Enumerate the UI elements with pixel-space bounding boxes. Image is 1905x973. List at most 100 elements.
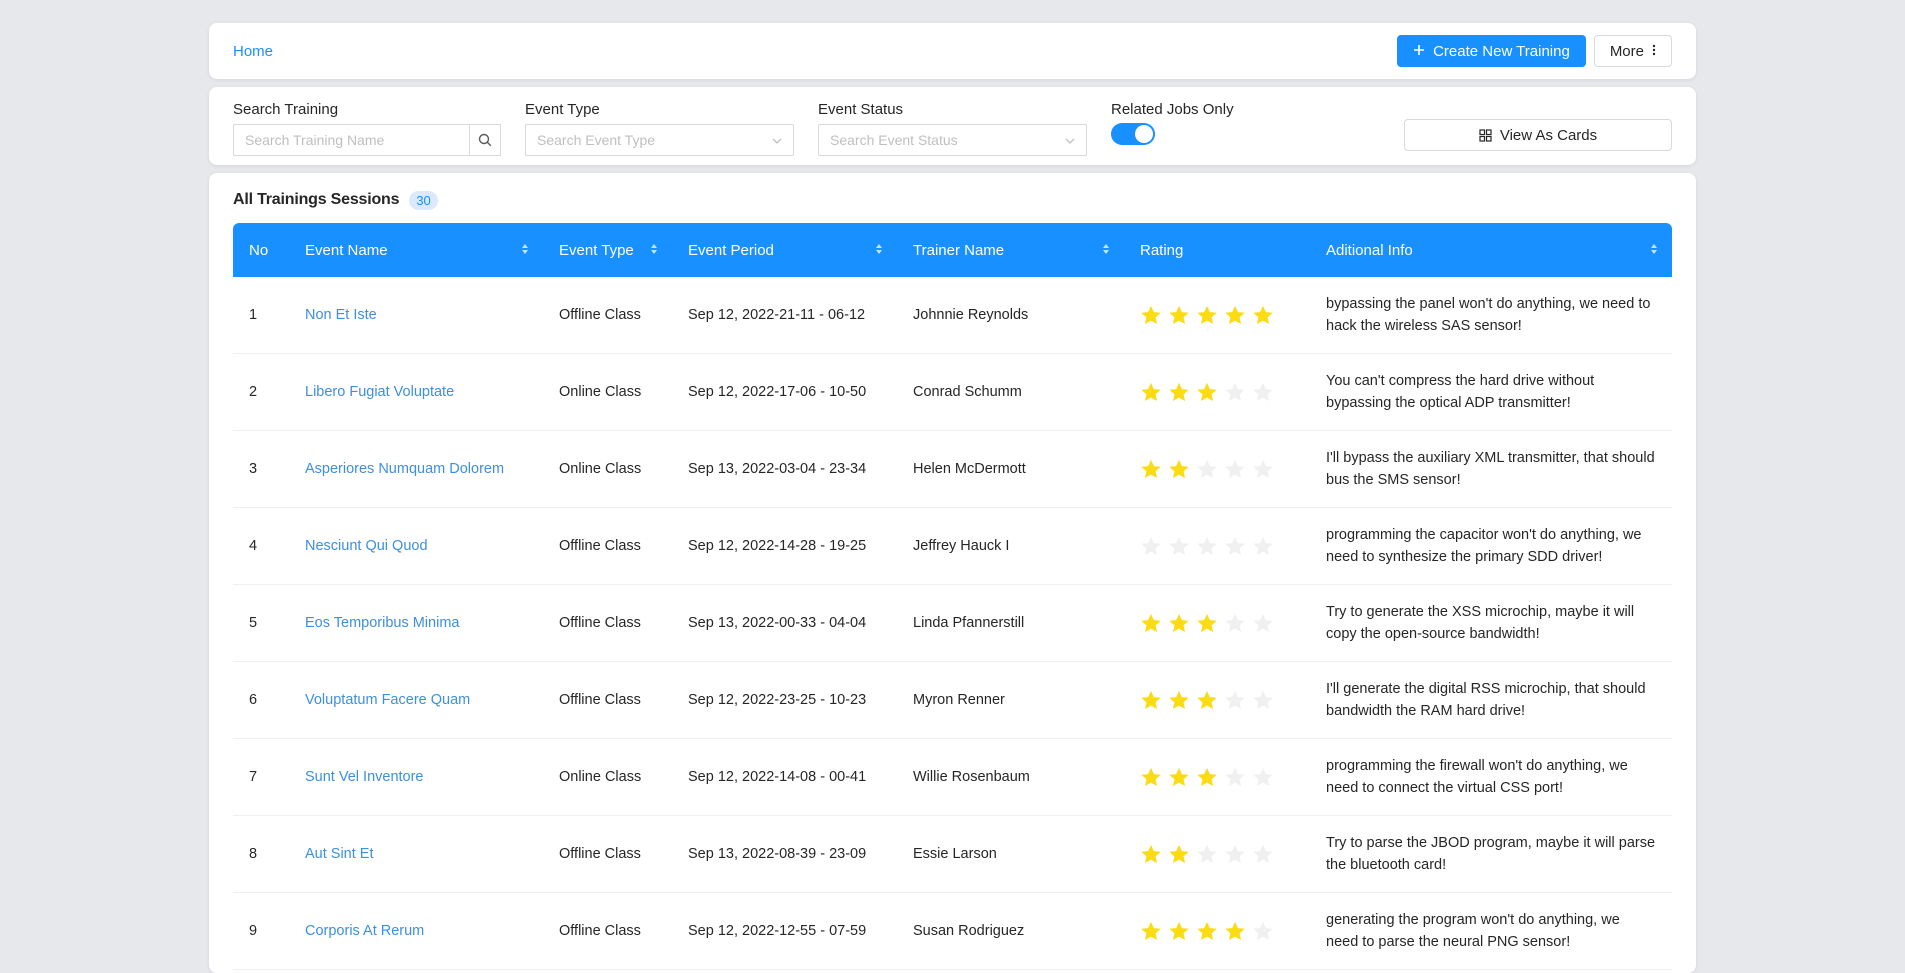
trainings-table-card: All Trainings Sessions 30 No Event Name Ev… bbox=[209, 173, 1696, 973]
create-training-button[interactable]: Create New Training bbox=[1397, 35, 1586, 67]
trainer-name-cell: Conrad Schumm bbox=[897, 353, 1124, 431]
column-header[interactable]: Event Type bbox=[543, 223, 672, 277]
star-rating bbox=[1140, 766, 1294, 788]
star-rating bbox=[1140, 458, 1294, 480]
breadcrumb-home[interactable]: Home bbox=[233, 43, 273, 60]
additional-info-cell: Try to generate the XSS microchip, maybe… bbox=[1310, 584, 1672, 662]
star-rating bbox=[1140, 920, 1294, 942]
star-icon bbox=[1253, 382, 1273, 402]
sort-icon[interactable] bbox=[875, 243, 883, 255]
event-name-link[interactable]: Voluptatum Facere Quam bbox=[289, 661, 543, 739]
star-rating bbox=[1140, 843, 1294, 865]
star-icon bbox=[1141, 536, 1161, 556]
event-name-link[interactable]: Sunt Vel Inventore bbox=[289, 738, 543, 816]
star-icon bbox=[1197, 382, 1217, 402]
event-name-link[interactable]: Aut Sint Et bbox=[289, 815, 543, 893]
rating-cell bbox=[1124, 353, 1310, 431]
trainer-name-cell: Johnnie Reynolds bbox=[897, 277, 1124, 354]
search-training-group: Search Training Search Training Name bbox=[233, 101, 501, 156]
table-row: 7 Sunt Vel Inventore Online Class Sep 12, 2… bbox=[233, 738, 1672, 816]
column-header[interactable]: Event Name bbox=[289, 223, 543, 277]
view-as-cards-button[interactable]: View As Cards bbox=[1404, 119, 1672, 151]
column-header-label: Event Name bbox=[305, 241, 388, 259]
sort-icon[interactable] bbox=[650, 243, 658, 255]
event-period-cell: Sep 13, 2022-00-33 - 04-04 bbox=[672, 584, 897, 662]
column-header[interactable]: Aditional Info bbox=[1310, 223, 1672, 277]
column-header[interactable]: Trainer Name bbox=[897, 223, 1124, 277]
search-icon bbox=[478, 133, 492, 147]
event-type-cell: Offline Class bbox=[543, 815, 672, 893]
rating-cell bbox=[1124, 815, 1310, 893]
sort-icon[interactable] bbox=[521, 243, 529, 255]
table-row: 2 Libero Fugiat Voluptate Online Class Sep … bbox=[233, 353, 1672, 431]
star-icon bbox=[1169, 613, 1189, 633]
event-status-placeholder: Search Event Status bbox=[830, 132, 958, 148]
related-jobs-toggle[interactable] bbox=[1111, 123, 1155, 145]
search-training-label: Search Training bbox=[233, 101, 339, 118]
additional-info-cell: programming the firewall won't do anythi… bbox=[1310, 738, 1672, 816]
star-icon bbox=[1169, 921, 1189, 941]
event-name-link[interactable]: Eos Temporibus Minima bbox=[289, 584, 543, 662]
column-header-label: Event Type bbox=[559, 241, 634, 259]
event-name-link[interactable]: Asperiores Numquam Dolorem bbox=[289, 430, 543, 508]
star-icon bbox=[1141, 767, 1161, 787]
event-name-link[interactable]: Non Et Iste bbox=[289, 277, 543, 354]
event-type-cell: Offline Class bbox=[543, 661, 672, 739]
search-training-input[interactable]: Search Training Name bbox=[233, 124, 501, 156]
event-name-link[interactable]: Corporis At Rerum bbox=[289, 892, 543, 970]
event-type-select[interactable]: Search Event Type bbox=[525, 124, 794, 156]
star-icon bbox=[1197, 690, 1217, 710]
star-icon bbox=[1253, 921, 1273, 941]
table-row: 8 Aut Sint Et Offline Class Sep 13, 2022-08… bbox=[233, 815, 1672, 893]
sort-icon[interactable] bbox=[1102, 243, 1110, 255]
column-header[interactable]: Event Period bbox=[672, 223, 897, 277]
event-status-select[interactable]: Search Event Status bbox=[818, 124, 1087, 156]
event-name-link[interactable]: Nesciunt Qui Quod bbox=[289, 507, 543, 585]
additional-info-cell: I'll generate the digital RSS microchip,… bbox=[1310, 661, 1672, 739]
star-rating bbox=[1140, 381, 1294, 403]
star-rating bbox=[1140, 689, 1294, 711]
row-number: 4 bbox=[233, 507, 289, 585]
star-icon bbox=[1169, 844, 1189, 864]
table-row: 1 Non Et Iste Offline Class Sep 12, 2022-21… bbox=[233, 277, 1672, 354]
column-header-label: Rating bbox=[1140, 241, 1184, 259]
star-icon bbox=[1253, 305, 1273, 325]
star-icon bbox=[1169, 767, 1189, 787]
toggle-knob bbox=[1135, 125, 1153, 143]
table-row: 9 Corporis At Rerum Offline Class Sep 12, 2… bbox=[233, 892, 1672, 970]
trainer-name-cell: Linda Pfannerstill bbox=[897, 584, 1124, 662]
column-header-label: Trainer Name bbox=[913, 241, 1005, 259]
event-status-group: Event Status Search Event Status bbox=[818, 101, 1087, 156]
event-type-label: Event Type bbox=[525, 101, 600, 118]
chevron-down-icon bbox=[1065, 138, 1075, 144]
star-icon bbox=[1225, 536, 1245, 556]
column-header-label: No bbox=[249, 241, 269, 259]
star-icon bbox=[1197, 305, 1217, 325]
rating-cell bbox=[1124, 738, 1310, 816]
event-type-group: Event Type Search Event Type bbox=[525, 101, 794, 156]
column-header: Rating bbox=[1124, 223, 1310, 277]
search-button[interactable] bbox=[469, 124, 501, 156]
rating-cell bbox=[1124, 584, 1310, 662]
event-period-cell: Sep 12, 2022-23-25 - 10-23 bbox=[672, 661, 897, 739]
table-header-row: No Event Name Event Type Event Period Traine… bbox=[233, 223, 1672, 277]
star-icon bbox=[1141, 690, 1161, 710]
star-icon bbox=[1253, 459, 1273, 479]
more-button[interactable]: More bbox=[1593, 35, 1672, 67]
column-header-label: Event Period bbox=[688, 241, 774, 259]
star-icon bbox=[1141, 382, 1161, 402]
table-row: 6 Voluptatum Facere Quam Offline Class Sep … bbox=[233, 661, 1672, 739]
row-number: 7 bbox=[233, 738, 289, 816]
trainer-name-cell: Willie Rosenbaum bbox=[897, 738, 1124, 816]
sort-icon[interactable] bbox=[1650, 243, 1658, 255]
plus-icon bbox=[1413, 43, 1425, 60]
star-icon bbox=[1225, 305, 1245, 325]
more-label: More bbox=[1609, 42, 1644, 60]
star-icon bbox=[1197, 767, 1217, 787]
event-type-cell: Online Class bbox=[543, 738, 672, 816]
view-as-cards-label: View As Cards bbox=[1499, 126, 1598, 144]
table-row: 5 Eos Temporibus Minima Offline Class Sep 1… bbox=[233, 584, 1672, 662]
related-jobs-label: Related Jobs Only bbox=[1111, 101, 1234, 118]
event-name-link[interactable]: Libero Fugiat Voluptate bbox=[289, 353, 543, 431]
column-header-label: Aditional Info bbox=[1326, 241, 1413, 259]
